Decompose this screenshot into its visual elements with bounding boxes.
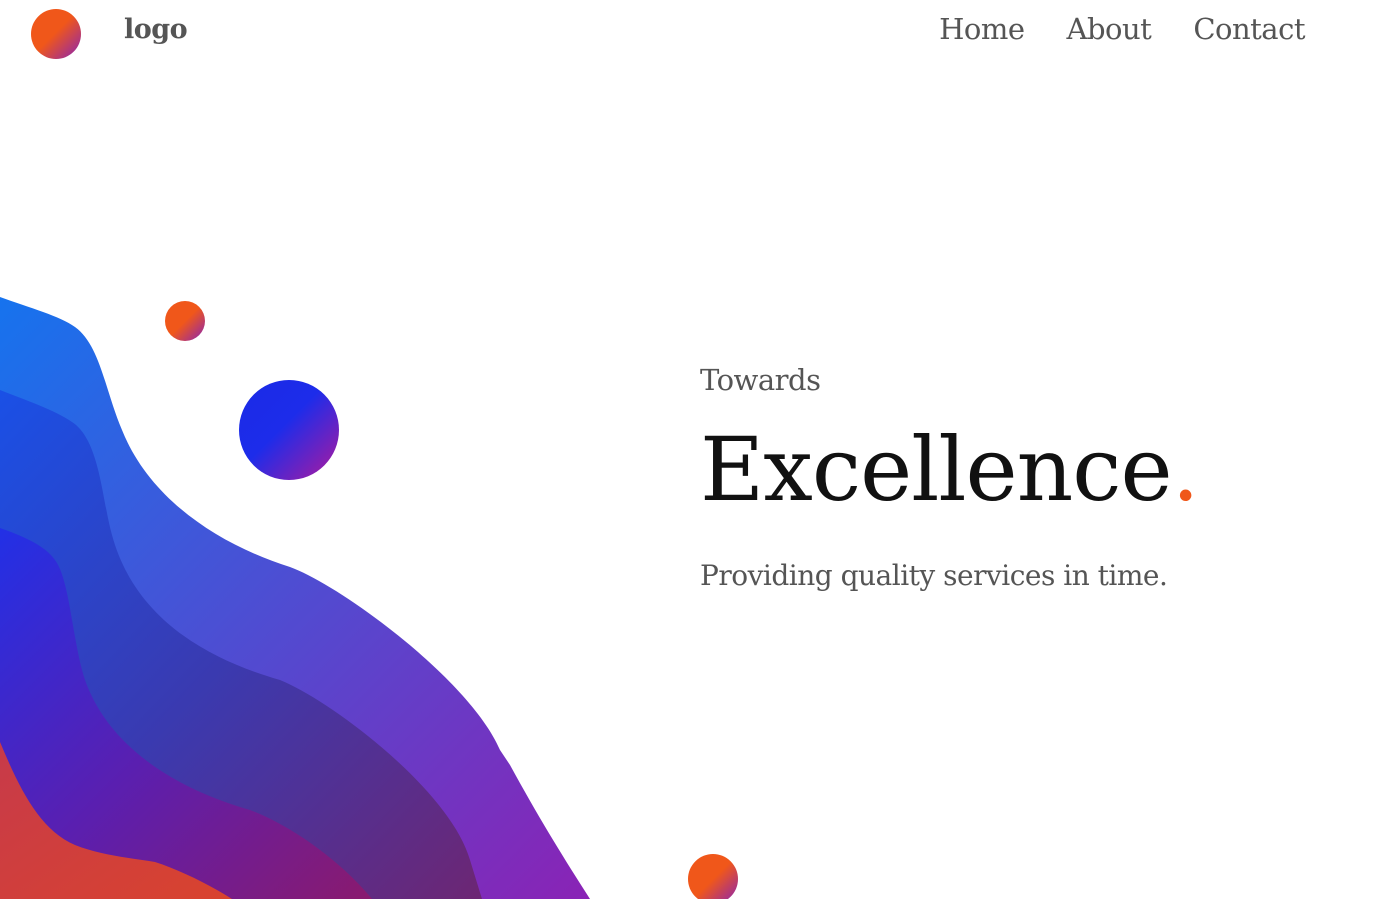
hero-pretitle: Towards [700, 363, 821, 397]
hero-section: Towards Excellence. Providing quality se… [700, 360, 1320, 596]
hero-title-text: Excellence [700, 418, 1173, 521]
hero-title-accent-dot: . [1171, 418, 1200, 521]
hero-subtitle: Providing quality services in time. [700, 559, 1168, 592]
blue-circle-decoration [239, 380, 339, 480]
hero-title: Excellence. [700, 420, 1320, 520]
orange-circle-bottom-decoration [688, 854, 738, 899]
orange-circle-decoration [165, 301, 205, 341]
